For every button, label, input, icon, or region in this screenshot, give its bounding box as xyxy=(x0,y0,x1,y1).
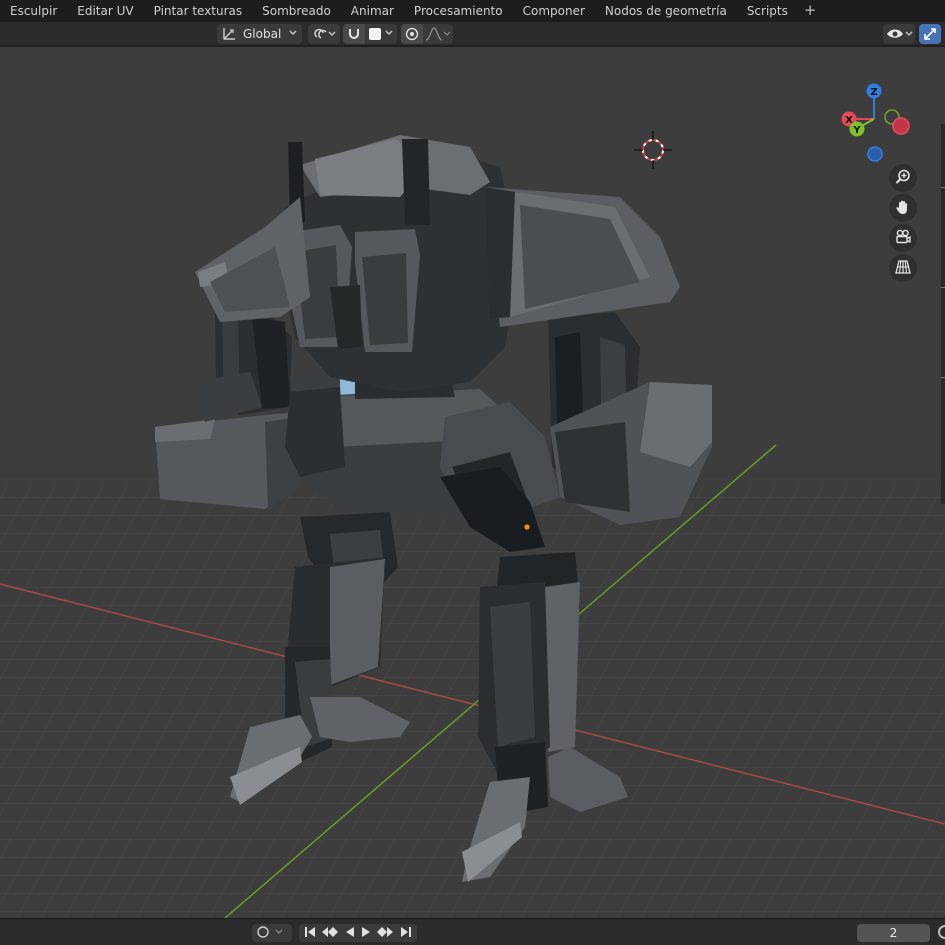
gizmo-z-label: Z xyxy=(870,87,877,98)
tab-nodos-de-geometria[interactable]: Nodos de geometría xyxy=(595,0,737,22)
zoom-button[interactable] xyxy=(889,164,917,192)
add-workspace-button[interactable]: + xyxy=(798,0,823,22)
gizmo-toggle-button[interactable] xyxy=(919,24,941,44)
prev-keyframe-icon[interactable] xyxy=(321,926,339,941)
jump-start-icon[interactable] xyxy=(303,926,317,941)
object-visibility-dropdown[interactable] xyxy=(883,24,915,44)
magnet-icon[interactable] xyxy=(343,24,365,44)
keyframe-circle-icon xyxy=(257,925,287,942)
camera-icon xyxy=(894,228,912,249)
gizmo-toggle-icon xyxy=(922,26,938,42)
current-frame-field[interactable]: 2 xyxy=(857,924,930,942)
tab-scripts[interactable]: Scripts xyxy=(737,0,798,22)
gizmo-y-label: Y xyxy=(852,125,861,136)
jump-end-icon[interactable] xyxy=(399,926,413,941)
transform-orientation-dropdown[interactable]: Global xyxy=(217,24,302,44)
playback-clock-icon[interactable] xyxy=(938,925,945,939)
proportional-edit-icon[interactable] xyxy=(401,24,423,44)
play-icon[interactable] xyxy=(360,926,372,941)
camera-view-button[interactable] xyxy=(889,224,917,252)
falloff-curve-icon[interactable] xyxy=(425,26,451,42)
pan-button[interactable] xyxy=(889,194,917,222)
transform-orientation-label: Global xyxy=(243,27,282,41)
tab-esculpir[interactable]: Esculpir xyxy=(0,0,67,22)
sidebar-divider xyxy=(941,377,945,378)
navigation-gizmo[interactable]: Z X Y xyxy=(841,83,910,162)
tab-pintar-texturas[interactable]: Pintar texturas xyxy=(144,0,253,22)
pan-hand-icon xyxy=(894,198,912,219)
object-origin-dot xyxy=(524,524,530,530)
workspace-tab-bar: Esculpir Editar UV Pintar texturas Sombr… xyxy=(0,0,945,22)
snap-group xyxy=(343,24,397,44)
tab-sombreado[interactable]: Sombreado xyxy=(252,0,341,22)
tab-animar[interactable]: Animar xyxy=(341,0,404,22)
next-keyframe-icon[interactable] xyxy=(376,926,394,941)
gizmo-neg-z[interactable] xyxy=(867,146,883,162)
viewport-header: Global xyxy=(0,22,945,46)
sidebar-region-edge[interactable] xyxy=(941,124,945,504)
proportional-edit-group xyxy=(401,24,453,44)
sidebar-divider xyxy=(941,187,945,188)
tab-procesamiento[interactable]: Procesamiento xyxy=(404,0,513,22)
pivot-point-dropdown[interactable] xyxy=(308,24,340,44)
tab-editar-uv[interactable]: Editar UV xyxy=(67,0,143,22)
playback-controls xyxy=(299,924,417,942)
gizmo-neg-x[interactable] xyxy=(892,117,910,135)
tab-componer[interactable]: Componer xyxy=(513,0,595,22)
snap-target-square-icon[interactable] xyxy=(369,28,381,40)
viewport-scene: Z X Y xyxy=(0,83,945,918)
3d-cursor-icon xyxy=(634,131,672,169)
chevron-down-icon[interactable] xyxy=(384,28,394,38)
3d-viewport[interactable]: Z X Y xyxy=(0,47,945,918)
pivot-point-icon xyxy=(312,26,336,42)
transform-orientation-icon xyxy=(221,26,237,42)
perspective-toggle-button[interactable] xyxy=(889,254,917,282)
keyframe-type-dropdown[interactable] xyxy=(252,924,292,942)
eye-icon xyxy=(885,26,913,42)
chevron-down-icon xyxy=(288,28,298,38)
sidebar-divider xyxy=(941,287,945,288)
zoom-icon xyxy=(894,168,912,189)
timeline-bar: 2 xyxy=(0,918,945,945)
perspective-grid-icon xyxy=(894,258,912,279)
play-reverse-icon[interactable] xyxy=(344,926,356,941)
